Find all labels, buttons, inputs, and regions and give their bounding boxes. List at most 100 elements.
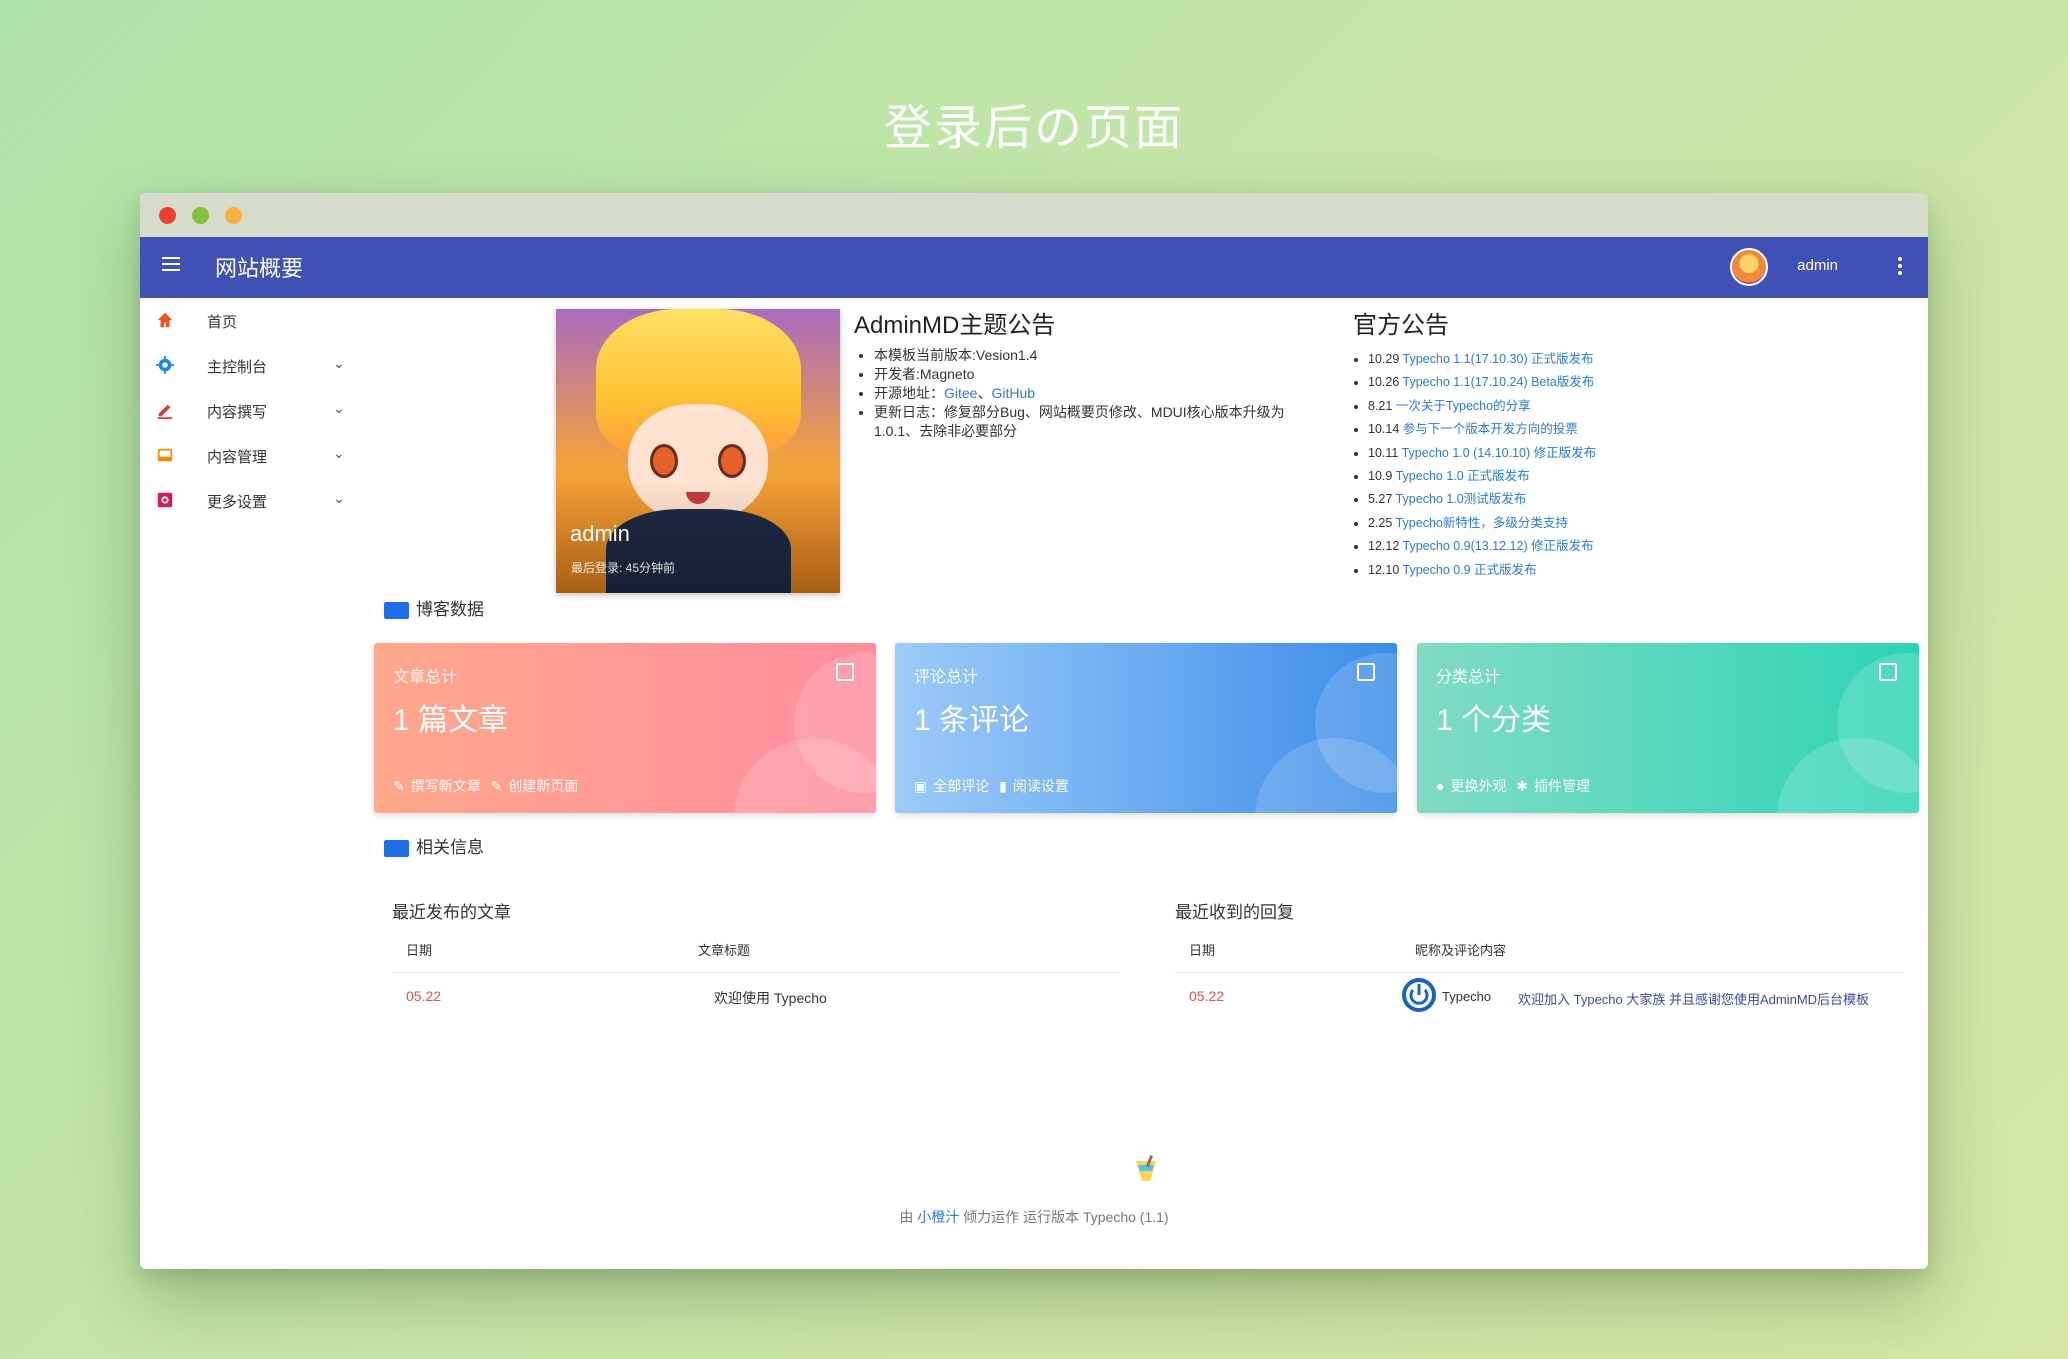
notice-title: AdminMD主题公告 [854, 312, 1056, 339]
close-window-button[interactable] [159, 207, 176, 224]
notice-link[interactable]: Typecho 0.9(13.12.12) 修正版发布 [1403, 539, 1594, 553]
list-item: 10.26 Typecho 1.1(17.10.24) Beta版发布 [1368, 371, 1773, 394]
settings-box-icon [157, 492, 173, 508]
pencil-icon: ✎ [393, 778, 405, 794]
gear-icon: ✱ [1516, 778, 1529, 794]
section-related-info: 相关信息 [384, 833, 484, 858]
official-notice: 官方公告 10.29 Typecho 1.1(17.10.30) 正式版发布 1… [1353, 305, 1773, 582]
list-item: 更新日志：修复部分Bug、网站概要页修改、MDUI核心版本升级为1.0.1、去除… [874, 403, 1314, 441]
app-title: 网站概要 [215, 256, 304, 281]
palette-icon: ● [1436, 778, 1445, 794]
notice-date: 10.29 [1368, 352, 1400, 366]
drink-icon [1136, 1155, 1156, 1181]
column-header: 文章标题 [698, 943, 751, 958]
chart-icon [384, 602, 409, 620]
sidebar-item-label: 主控制台 [207, 359, 268, 376]
all-comments-link[interactable]: 全部评论 [933, 778, 989, 794]
stat-value: 1 条评论 [914, 704, 1030, 737]
stat-value: 1 个分类 [1436, 704, 1552, 737]
repo-label: 开源地址： [874, 385, 944, 401]
list-item: 10.9 Typecho 1.0 正式版发布 [1368, 465, 1773, 488]
chevron-down-icon[interactable]: ⌄ [333, 490, 345, 507]
notice-link[interactable]: Typecho 1.0 (14.10.10) 修正版发布 [1402, 446, 1597, 460]
inbox-icon: ▣ [914, 778, 928, 794]
stat-card-posts: 文章总计 1 篇文章 ✎ 撰写新文章 ✎ 创建新页面 [374, 643, 876, 813]
maximize-window-button[interactable] [225, 207, 242, 224]
chevron-down-icon[interactable]: ⌄ [333, 355, 345, 372]
comment-icon[interactable] [1357, 663, 1375, 681]
stat-links: ▣ 全部评论 ▮ 阅读设置 [914, 776, 1075, 796]
notice-link[interactable]: 一次关于Typecho的分享 [1396, 399, 1531, 413]
footer: 由 小橙汁 倾力运作 运行版本 Typecho (1.1) [140, 1207, 1928, 1227]
minimize-window-button[interactable] [192, 207, 209, 224]
write-post-link[interactable]: 撰写新文章 [411, 778, 481, 794]
notice-link[interactable]: Typecho 1.1(17.10.30) 正式版发布 [1403, 352, 1594, 366]
list-item: 12.12 Typecho 0.9(13.12.12) 修正版发布 [1368, 535, 1773, 558]
recent-replies-title: 最近收到的回复 [1175, 903, 1294, 922]
menu-icon[interactable] [162, 257, 180, 271]
section-blog-data: 博客数据 [384, 595, 484, 620]
more-vert-icon[interactable] [1898, 257, 1902, 278]
notice-link[interactable]: Typecho 1.1(17.10.24) Beta版发布 [1403, 375, 1595, 389]
footer-brand-link[interactable]: 小橙汁 [917, 1209, 959, 1225]
change-theme-link[interactable]: 更换外观 [1450, 778, 1506, 794]
app-bar: 网站概要 admin [140, 237, 1928, 298]
stat-label: 评论总计 [914, 669, 979, 686]
post-title-link[interactable]: 欢迎使用 Typecho [714, 988, 827, 1008]
notice-link[interactable]: Typecho新特性，多级分类支持 [1396, 516, 1568, 530]
recent-posts-title: 最近发布的文章 [392, 903, 511, 922]
list-item: 本模板当前版本:Vesion1.4 [874, 346, 1314, 365]
notice-date: 5.27 [1368, 492, 1393, 507]
profile-last-login: 最后登录: 45分钟前 [571, 561, 676, 575]
notice-date: 12.10 [1368, 562, 1400, 577]
profile-card: admin 最后登录: 45分钟前 [556, 309, 840, 593]
notice-date: 10.9 [1368, 469, 1393, 484]
reply-date: 05.22 [1189, 988, 1225, 1004]
gitee-link[interactable]: Gitee [944, 385, 977, 401]
avatar[interactable] [1730, 248, 1768, 286]
notice-link[interactable]: Typecho 1.0 正式版发布 [1396, 469, 1530, 483]
list-item: 2.25 Typecho新特性，多级分类支持 [1368, 512, 1773, 535]
create-page-link[interactable]: 创建新页面 [508, 778, 578, 794]
sidebar: 首页 主控制台 ⌄ 内容撰写 ⌄ 内容管理 ⌄ 更多设置 ⌄ [140, 298, 370, 523]
pencil-icon: ✎ [490, 778, 503, 794]
sidebar-item-console[interactable]: 主控制台 ⌄ [140, 343, 370, 388]
column-header: 日期 [1189, 943, 1216, 958]
reply-author[interactable]: Typecho [1442, 989, 1491, 1004]
footer-suffix: 倾力运作 运行版本 Typecho (1.1) [963, 1209, 1169, 1225]
articles-icon[interactable] [836, 663, 854, 681]
stat-value: 1 篇文章 [393, 704, 509, 737]
notice-date: 10.26 [1368, 375, 1400, 390]
plugin-manage-link[interactable]: 插件管理 [1534, 778, 1590, 794]
home-icon [157, 312, 173, 328]
chevron-down-icon[interactable]: ⌄ [333, 400, 345, 417]
theme-notice: AdminMD主题公告 本模板当前版本:Vesion1.4 开发者:Magnet… [854, 305, 1314, 441]
user-name[interactable]: admin [1797, 257, 1838, 274]
column-header: 昵称及评论内容 [1415, 943, 1507, 958]
official-title: 官方公告 [1353, 312, 1449, 339]
official-list: 10.29 Typecho 1.1(17.10.30) 正式版发布 10.26 … [1353, 348, 1773, 582]
reading-settings-link[interactable]: 阅读设置 [1013, 778, 1069, 794]
stat-links: ✎ 撰写新文章 ✎ 创建新页面 [393, 776, 584, 796]
notice-link[interactable]: Typecho 1.0测试版发布 [1396, 492, 1527, 506]
power-logo-icon [1402, 978, 1436, 1012]
page-heading: 登录后の页面 [883, 100, 1184, 156]
sidebar-item-label: 首页 [207, 314, 238, 331]
sidebar-item-home[interactable]: 首页 [140, 298, 370, 343]
notice-link[interactable]: Typecho 0.9 正式版发布 [1403, 563, 1537, 577]
notice-date: 12.12 [1368, 539, 1400, 554]
reply-content-link[interactable]: 欢迎加入 Typecho 大家族 并且感谢您使用AdminMD后台模板 [1518, 989, 1869, 1008]
stat-links: ● 更换外观 ✱ 插件管理 [1436, 776, 1596, 796]
sidebar-item-write[interactable]: 内容撰写 ⌄ [140, 388, 370, 433]
sidebar-item-manage[interactable]: 内容管理 ⌄ [140, 433, 370, 478]
layers-icon[interactable] [1879, 663, 1897, 681]
pencil-icon [157, 404, 173, 419]
sidebar-item-label: 更多设置 [207, 494, 268, 511]
recent-posts-table: 日期 文章标题 05.22 欢迎使用 Typecho [392, 940, 1120, 1020]
github-link[interactable]: GitHub [991, 385, 1035, 401]
notice-link[interactable]: 参与下一个版本开发方向的投票 [1403, 422, 1578, 436]
divider [1175, 972, 1903, 973]
sidebar-item-more-settings[interactable]: 更多设置 ⌄ [140, 478, 370, 523]
card-icon [384, 840, 409, 858]
chevron-down-icon[interactable]: ⌄ [333, 445, 345, 462]
